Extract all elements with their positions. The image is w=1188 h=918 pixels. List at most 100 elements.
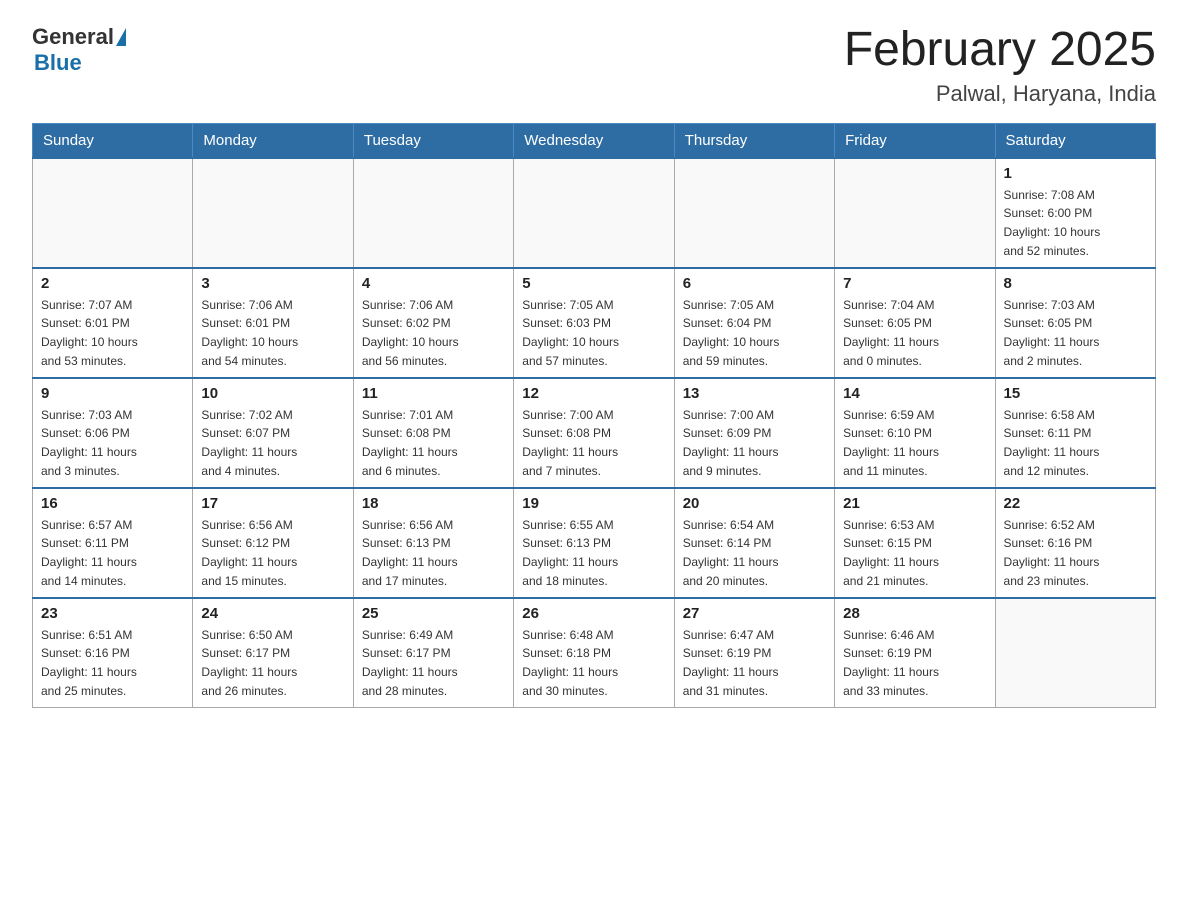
day-number: 12 — [522, 385, 665, 402]
calendar-cell — [193, 158, 353, 268]
day-info: Sunrise: 6:59 AMSunset: 6:10 PMDaylight:… — [843, 406, 986, 480]
day-info: Sunrise: 6:47 AMSunset: 6:19 PMDaylight:… — [683, 626, 826, 700]
day-number: 18 — [362, 495, 505, 512]
calendar-cell: 16 Sunrise: 6:57 AMSunset: 6:11 PMDayligh… — [33, 488, 193, 598]
day-info: Sunrise: 7:08 AMSunset: 6:00 PMDaylight:… — [1004, 186, 1147, 260]
week-row-1: 1 Sunrise: 7:08 AMSunset: 6:00 PMDaylight… — [33, 158, 1156, 268]
day-info: Sunrise: 7:07 AMSunset: 6:01 PMDaylight:… — [41, 296, 184, 370]
day-number: 26 — [522, 605, 665, 622]
day-info: Sunrise: 7:00 AMSunset: 6:09 PMDaylight:… — [683, 406, 826, 480]
day-number: 1 — [1004, 165, 1147, 182]
calendar-cell: 9 Sunrise: 7:03 AMSunset: 6:06 PMDaylight… — [33, 378, 193, 488]
calendar-cell: 19 Sunrise: 6:55 AMSunset: 6:13 PMDayligh… — [514, 488, 674, 598]
calendar-cell: 4 Sunrise: 7:06 AMSunset: 6:02 PMDaylight… — [353, 268, 513, 378]
column-header-tuesday: Tuesday — [353, 123, 513, 158]
calendar-cell: 23 Sunrise: 6:51 AMSunset: 6:16 PMDayligh… — [33, 598, 193, 708]
day-info: Sunrise: 6:50 AMSunset: 6:17 PMDaylight:… — [201, 626, 344, 700]
calendar-cell: 8 Sunrise: 7:03 AMSunset: 6:05 PMDaylight… — [995, 268, 1155, 378]
day-number: 4 — [362, 275, 505, 292]
logo-general-text: General — [32, 24, 114, 50]
calendar-cell: 12 Sunrise: 7:00 AMSunset: 6:08 PMDayligh… — [514, 378, 674, 488]
day-number: 6 — [683, 275, 826, 292]
calendar-cell: 21Sunrise: 6:53 AMSunset: 6:15 PMDayligh… — [835, 488, 995, 598]
calendar-cell: 3 Sunrise: 7:06 AMSunset: 6:01 PMDaylight… — [193, 268, 353, 378]
day-info: Sunrise: 7:06 AMSunset: 6:01 PMDaylight:… — [201, 296, 344, 370]
day-info: Sunrise: 6:46 AMSunset: 6:19 PMDaylight:… — [843, 626, 986, 700]
column-header-friday: Friday — [835, 123, 995, 158]
day-number: 10 — [201, 385, 344, 402]
day-info: Sunrise: 7:00 AMSunset: 6:08 PMDaylight:… — [522, 406, 665, 480]
day-info: Sunrise: 7:03 AMSunset: 6:05 PMDaylight:… — [1004, 296, 1147, 370]
day-info: Sunrise: 6:54 AMSunset: 6:14 PMDaylight:… — [683, 516, 826, 590]
day-number: 24 — [201, 605, 344, 622]
day-number: 15 — [1004, 385, 1147, 402]
day-info: Sunrise: 6:55 AMSunset: 6:13 PMDaylight:… — [522, 516, 665, 590]
page-header: General Blue February 2025 Palwal, Harya… — [32, 24, 1156, 107]
calendar-header-row: SundayMondayTuesdayWednesdayThursdayFrid… — [33, 123, 1156, 158]
calendar-cell: 17 Sunrise: 6:56 AMSunset: 6:12 PMDayligh… — [193, 488, 353, 598]
day-info: Sunrise: 6:56 AMSunset: 6:12 PMDaylight:… — [201, 516, 344, 590]
calendar-cell: 25 Sunrise: 6:49 AMSunset: 6:17 PMDayligh… — [353, 598, 513, 708]
calendar-cell: 20 Sunrise: 6:54 AMSunset: 6:14 PMDayligh… — [674, 488, 834, 598]
calendar-cell — [514, 158, 674, 268]
logo-triangle-icon — [116, 28, 126, 46]
day-info: Sunrise: 7:04 AMSunset: 6:05 PMDaylight:… — [843, 296, 986, 370]
day-info: Sunrise: 7:05 AMSunset: 6:03 PMDaylight:… — [522, 296, 665, 370]
day-info: Sunrise: 7:02 AMSunset: 6:07 PMDaylight:… — [201, 406, 344, 480]
day-info: Sunrise: 6:53 AMSunset: 6:15 PMDaylight:… — [843, 516, 986, 590]
day-info: Sunrise: 6:58 AMSunset: 6:11 PMDaylight:… — [1004, 406, 1147, 480]
column-header-sunday: Sunday — [33, 123, 193, 158]
day-number: 19 — [522, 495, 665, 512]
calendar-cell: 1 Sunrise: 7:08 AMSunset: 6:00 PMDaylight… — [995, 158, 1155, 268]
day-info: Sunrise: 6:57 AMSunset: 6:11 PMDaylight:… — [41, 516, 184, 590]
calendar-cell: 7 Sunrise: 7:04 AMSunset: 6:05 PMDaylight… — [835, 268, 995, 378]
calendar-cell: 18 Sunrise: 6:56 AMSunset: 6:13 PMDayligh… — [353, 488, 513, 598]
calendar-cell — [33, 158, 193, 268]
day-number: 16 — [41, 495, 184, 512]
calendar-cell: 5 Sunrise: 7:05 AMSunset: 6:03 PMDaylight… — [514, 268, 674, 378]
day-number: 11 — [362, 385, 505, 402]
location-title: Palwal, Haryana, India — [844, 81, 1156, 107]
calendar-cell: 6 Sunrise: 7:05 AMSunset: 6:04 PMDaylight… — [674, 268, 834, 378]
logo: General Blue — [32, 24, 126, 76]
day-number: 7 — [843, 275, 986, 292]
day-number: 5 — [522, 275, 665, 292]
day-number: 17 — [201, 495, 344, 512]
calendar-cell: 2Sunrise: 7:07 AMSunset: 6:01 PMDaylight… — [33, 268, 193, 378]
logo-blue-text: Blue — [34, 50, 82, 76]
day-number: 27 — [683, 605, 826, 622]
day-number: 23 — [41, 605, 184, 622]
day-info: Sunrise: 7:06 AMSunset: 6:02 PMDaylight:… — [362, 296, 505, 370]
day-info: Sunrise: 6:51 AMSunset: 6:16 PMDaylight:… — [41, 626, 184, 700]
column-header-monday: Monday — [193, 123, 353, 158]
title-area: February 2025 Palwal, Haryana, India — [844, 24, 1156, 107]
week-row-2: 2Sunrise: 7:07 AMSunset: 6:01 PMDaylight… — [33, 268, 1156, 378]
day-info: Sunrise: 7:05 AMSunset: 6:04 PMDaylight:… — [683, 296, 826, 370]
day-info: Sunrise: 6:49 AMSunset: 6:17 PMDaylight:… — [362, 626, 505, 700]
day-number: 9 — [41, 385, 184, 402]
day-number: 3 — [201, 275, 344, 292]
day-number: 20 — [683, 495, 826, 512]
calendar-cell — [353, 158, 513, 268]
day-number: 8 — [1004, 275, 1147, 292]
column-header-wednesday: Wednesday — [514, 123, 674, 158]
day-info: Sunrise: 7:03 AMSunset: 6:06 PMDaylight:… — [41, 406, 184, 480]
calendar-table: SundayMondayTuesdayWednesdayThursdayFrid… — [32, 123, 1156, 709]
column-header-saturday: Saturday — [995, 123, 1155, 158]
day-number: 28 — [843, 605, 986, 622]
week-row-5: 23 Sunrise: 6:51 AMSunset: 6:16 PMDayligh… — [33, 598, 1156, 708]
column-header-thursday: Thursday — [674, 123, 834, 158]
day-number: 25 — [362, 605, 505, 622]
day-info: Sunrise: 6:48 AMSunset: 6:18 PMDaylight:… — [522, 626, 665, 700]
calendar-cell: 26 Sunrise: 6:48 AMSunset: 6:18 PMDayligh… — [514, 598, 674, 708]
day-number: 14 — [843, 385, 986, 402]
calendar-cell — [835, 158, 995, 268]
calendar-cell: 14 Sunrise: 6:59 AMSunset: 6:10 PMDayligh… — [835, 378, 995, 488]
calendar-cell: 22Sunrise: 6:52 AMSunset: 6:16 PMDayligh… — [995, 488, 1155, 598]
calendar-cell — [674, 158, 834, 268]
week-row-3: 9 Sunrise: 7:03 AMSunset: 6:06 PMDaylight… — [33, 378, 1156, 488]
calendar-cell: 10 Sunrise: 7:02 AMSunset: 6:07 PMDayligh… — [193, 378, 353, 488]
calendar-cell: 24 Sunrise: 6:50 AMSunset: 6:17 PMDayligh… — [193, 598, 353, 708]
calendar-cell: 27 Sunrise: 6:47 AMSunset: 6:19 PMDayligh… — [674, 598, 834, 708]
day-info: Sunrise: 6:56 AMSunset: 6:13 PMDaylight:… — [362, 516, 505, 590]
